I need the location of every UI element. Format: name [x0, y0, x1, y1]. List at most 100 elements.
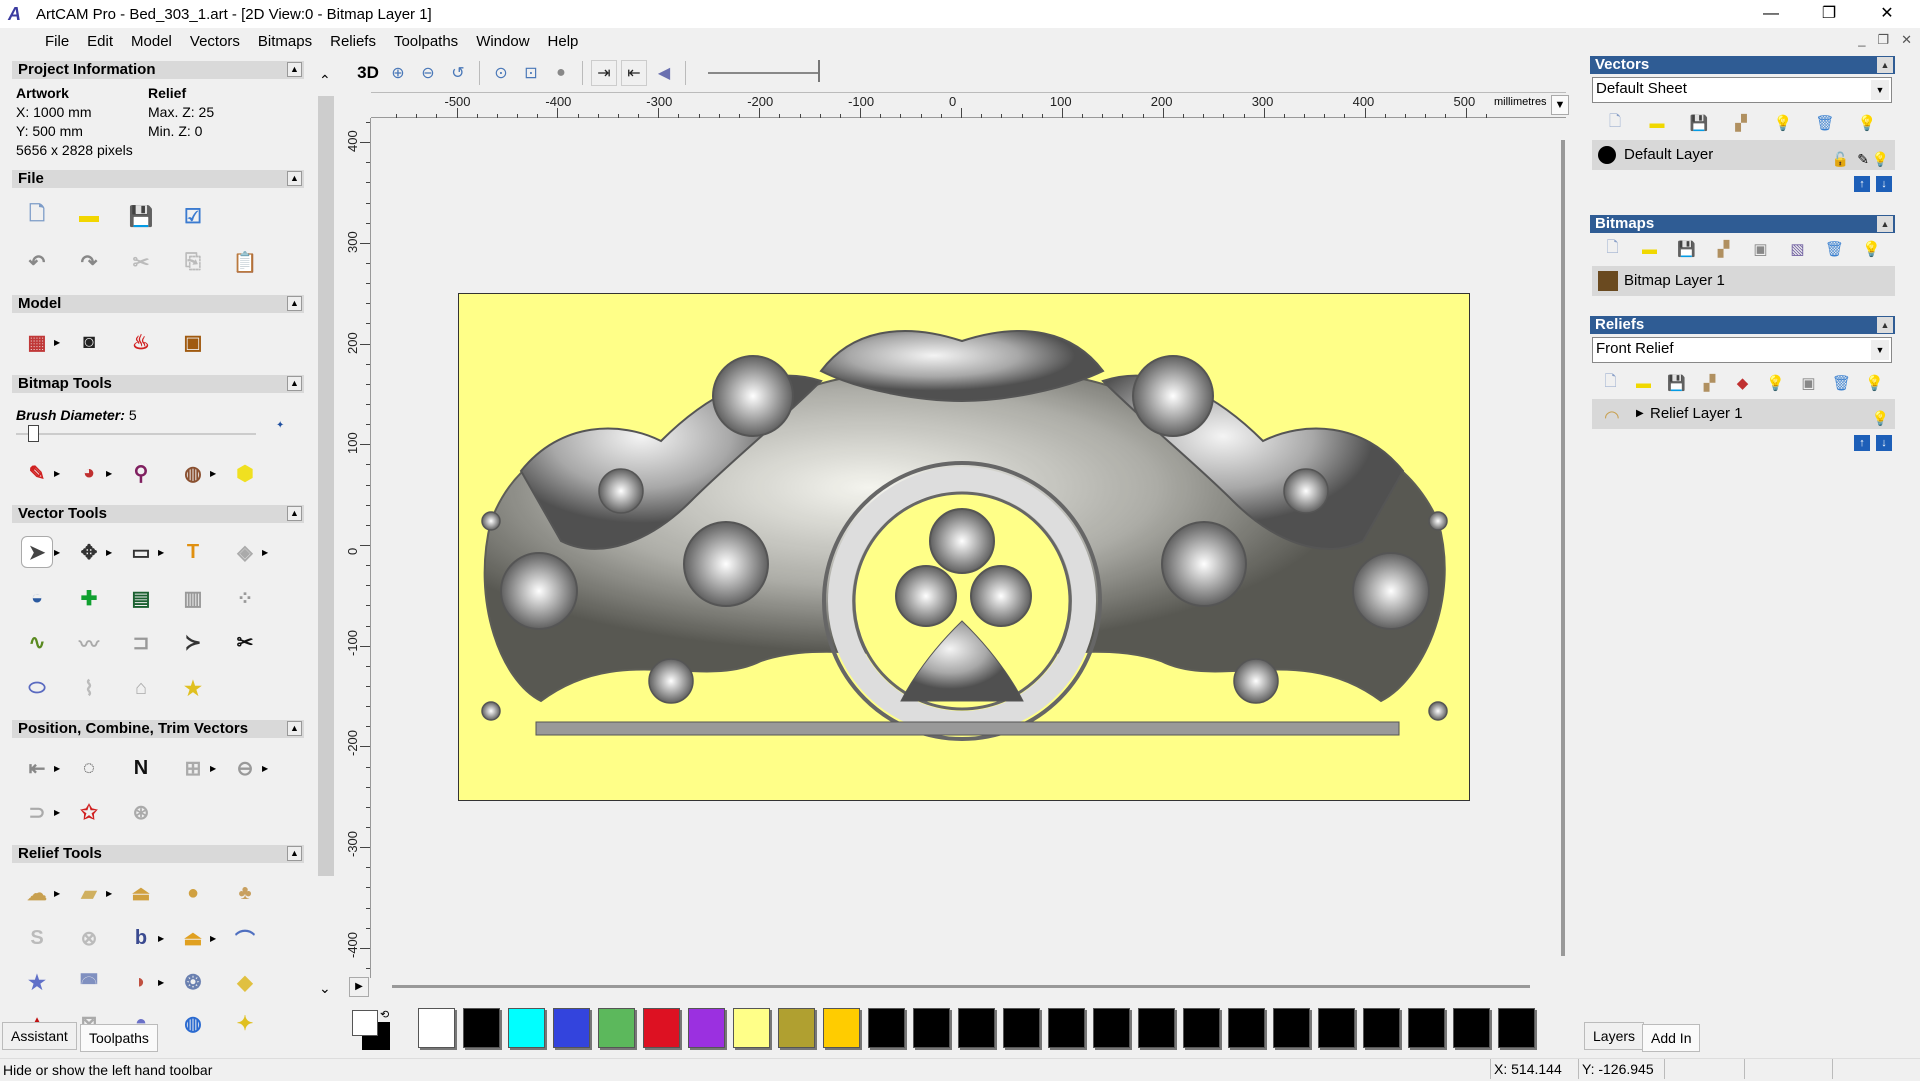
visibility-vectors-icon[interactable]: 💡: [1846, 110, 1888, 136]
transform-button[interactable]: ✥ ▶: [70, 532, 122, 572]
doc-close-button[interactable]: ✕: [1901, 32, 1912, 48]
color-swatch[interactable]: [1228, 1008, 1265, 1048]
offset-button[interactable]: ⊃ ▶: [18, 792, 70, 832]
save-vectors-icon[interactable]: 💾: [1678, 110, 1720, 136]
new-reliefs-icon[interactable]: 🗋: [1594, 370, 1627, 396]
color-swatch[interactable]: [1363, 1008, 1400, 1048]
color-swatch[interactable]: [1498, 1008, 1535, 1048]
chevron-down-icon[interactable]: ▼: [1871, 80, 1889, 100]
color-swatch[interactable]: [1273, 1008, 1310, 1048]
node-edit-button[interactable]: ∿: [18, 622, 70, 662]
merge-reliefs-icon[interactable]: ▞: [1693, 370, 1726, 396]
bitmaps-header[interactable]: Bitmaps ▲: [1590, 215, 1895, 233]
globe-button[interactable]: ◍: [174, 1003, 226, 1043]
flyout-arrow-icon[interactable]: ▶: [54, 469, 60, 478]
flyout-arrow-icon[interactable]: ▶: [106, 889, 112, 898]
color-swatch[interactable]: [1318, 1008, 1355, 1048]
swept-button[interactable]: S: [18, 918, 70, 958]
open-vectors-icon[interactable]: ▬: [1636, 110, 1678, 136]
menu-toolpaths[interactable]: Toolpaths: [385, 33, 467, 50]
horizontal-scrollbar[interactable]: [392, 985, 1530, 988]
brush-slider[interactable]: [16, 425, 256, 442]
tab-assistant[interactable]: Assistant: [2, 1022, 77, 1050]
save-button[interactable]: 💾: [122, 196, 174, 236]
fillet-button[interactable]: ⊐: [122, 622, 174, 662]
menu-bitmaps[interactable]: Bitmaps: [249, 33, 321, 50]
color-swatch[interactable]: [688, 1008, 725, 1048]
relief-dropdown[interactable]: Front Relief ▼: [1592, 337, 1892, 363]
move-relief-up-icon[interactable]: ↑: [1854, 435, 1870, 451]
collapse-icon[interactable]: ▲: [287, 846, 302, 861]
block-copy-button[interactable]: ⊞ ▶: [174, 748, 226, 788]
palette-button[interactable]: ◍ ▶: [174, 453, 226, 493]
flyout-arrow-icon[interactable]: ▶: [54, 889, 60, 898]
brush-slider-thumb[interactable]: [28, 425, 39, 442]
flyout-arrow-icon[interactable]: ▶: [262, 548, 268, 557]
wrap-button[interactable]: ▥: [174, 578, 226, 618]
visibility-bulb-icon[interactable]: 💡: [1872, 403, 1889, 433]
setup-model-button[interactable]: ☑: [174, 196, 226, 236]
collapse-icon[interactable]: ▲: [287, 296, 302, 311]
menu-help[interactable]: Help: [539, 33, 588, 50]
flyout-arrow-icon[interactable]: ▶: [106, 548, 112, 557]
combine-reliefs-icon[interactable]: ◆: [1726, 370, 1759, 396]
color-swatch[interactable]: [733, 1008, 770, 1048]
doc-minimize-button[interactable]: _: [1858, 32, 1865, 48]
section-position-combine-trim[interactable]: Position, Combine, Trim Vectors ▲: [12, 720, 304, 738]
model-size-button[interactable]: ▦ ▶: [18, 322, 70, 362]
vectors-header[interactable]: Vectors ▲: [1590, 56, 1895, 74]
open-bitmaps-icon[interactable]: ▬: [1631, 236, 1668, 262]
color-swatch[interactable]: [508, 1008, 545, 1048]
menu-vectors[interactable]: Vectors: [181, 33, 249, 50]
extrude-relief-button[interactable]: ▰ ▶: [70, 873, 122, 913]
collapse-icon[interactable]: ▲: [1877, 216, 1893, 232]
vector-layer-row[interactable]: Default Layer 🔓 ✎ 💡: [1592, 140, 1895, 170]
layer-color-icon[interactable]: [1598, 146, 1616, 164]
flyout-arrow-icon[interactable]: ▶: [210, 469, 216, 478]
sculpt-button[interactable]: ⏏: [122, 873, 174, 913]
section-bitmap-tools[interactable]: Bitmap Tools ▲: [12, 375, 304, 393]
bitmap-layer-row[interactable]: Bitmap Layer 1: [1592, 266, 1895, 296]
measure-button[interactable]: ◒: [18, 578, 70, 618]
merge-vectors-icon[interactable]: ▞: [1720, 110, 1762, 136]
delete-bitmaps-icon[interactable]: 🗑: [1816, 236, 1853, 262]
zoom-in-icon[interactable]: ⊕: [385, 60, 411, 86]
text-layout-button[interactable]: ▤: [122, 578, 174, 618]
collapse-icon[interactable]: ▲: [287, 62, 302, 77]
tab-layers[interactable]: Layers: [1584, 1022, 1645, 1050]
save-reliefs-icon[interactable]: 💾: [1660, 370, 1693, 396]
properties-reliefs-icon[interactable]: 💡: [1759, 370, 1792, 396]
scroll-up-icon[interactable]: ⌃: [319, 72, 331, 89]
spiral-button[interactable]: ⊛: [122, 792, 174, 832]
color-swatch[interactable]: [958, 1008, 995, 1048]
section-vector-tools[interactable]: Vector Tools ▲: [12, 505, 304, 523]
smooth-button[interactable]: 〰: [70, 622, 122, 662]
flyout-arrow-icon[interactable]: ▶: [158, 548, 164, 557]
menu-window[interactable]: Window: [467, 33, 538, 50]
array-button[interactable]: ⁘: [226, 578, 278, 618]
lock-icon[interactable]: 🔓: [1832, 144, 1849, 174]
properties-vectors-icon[interactable]: 💡: [1762, 110, 1804, 136]
collapse-icon[interactable]: ▲: [1877, 317, 1893, 333]
grayscale-model-button[interactable]: ◙: [70, 322, 122, 362]
flyout-arrow-icon[interactable]: ▶: [158, 934, 164, 943]
color-swatch[interactable]: [1138, 1008, 1175, 1048]
color-swatch[interactable]: [463, 1008, 500, 1048]
reset-brush-icon[interactable]: ✦: [276, 420, 284, 431]
color-swatch[interactable]: [553, 1008, 590, 1048]
move-relief-down-icon[interactable]: ↓: [1876, 435, 1892, 451]
flyout-arrow-icon[interactable]: ▶: [54, 764, 60, 773]
collapse-icon[interactable]: ▲: [287, 506, 302, 521]
join-button[interactable]: ⌇: [70, 668, 122, 708]
image-bitmaps-icon[interactable]: ▧: [1779, 236, 1816, 262]
star-relief-button[interactable]: ★: [18, 962, 70, 1002]
zoom-all-icon[interactable]: ⊙: [488, 60, 514, 86]
bitmap-to-vector-button[interactable]: ⬢: [226, 453, 278, 493]
smooth-relief-button[interactable]: ●: [174, 873, 226, 913]
flower-button[interactable]: ✦: [226, 1003, 278, 1043]
color-swatch[interactable]: [643, 1008, 680, 1048]
open-folder-button[interactable]: ▬: [70, 196, 122, 236]
artwork-sheet[interactable]: [458, 293, 1470, 801]
save-bitmaps-icon[interactable]: 💾: [1668, 236, 1705, 262]
view-options-button[interactable]: ▶: [349, 977, 369, 997]
